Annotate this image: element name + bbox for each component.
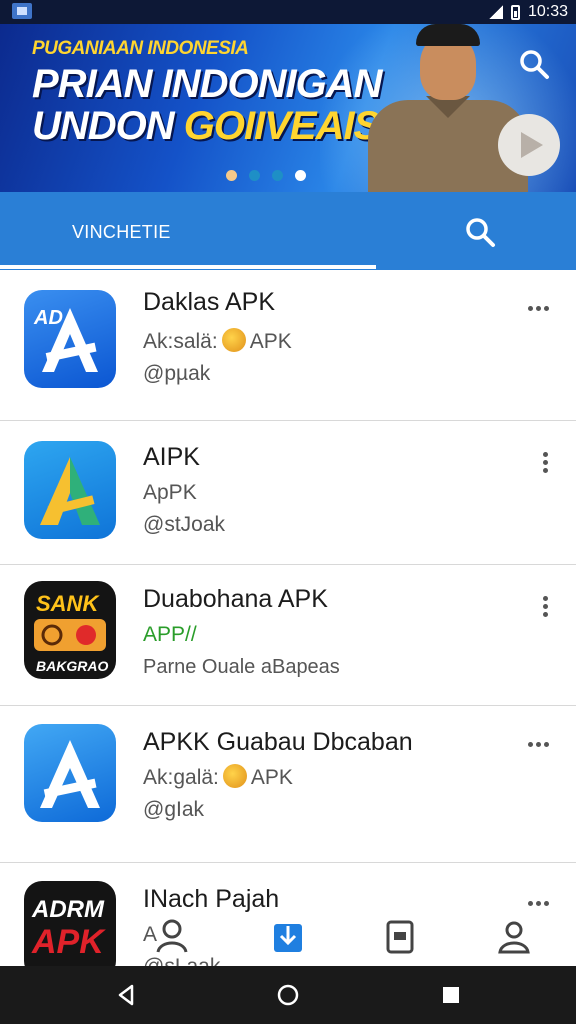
app-icon: AD: [24, 290, 116, 388]
home-icon[interactable]: [275, 982, 301, 1008]
search-icon[interactable]: [516, 46, 552, 82]
banner-headline: PRIAN INDONIGAN: [32, 62, 382, 106]
more-options-icon[interactable]: [526, 298, 550, 318]
more-options-icon[interactable]: [540, 595, 550, 617]
app-icon: SANK BAKGRAO: [24, 581, 116, 679]
status-bar: 10:33: [0, 0, 576, 24]
app-title: Daklas APK: [143, 288, 276, 316]
carousel-dot[interactable]: [272, 170, 283, 181]
app-handle: @stJoak: [143, 513, 226, 536]
banner-kicker: PUGANIAAN INDONESIA: [32, 38, 249, 59]
app-icon: [24, 441, 116, 539]
more-options-icon[interactable]: [540, 451, 550, 473]
list-item[interactable]: APKK Guabau Dbcaban Ak:galä: APK @gIak: [0, 706, 576, 862]
search-icon[interactable]: [462, 214, 498, 250]
play-button[interactable]: [498, 114, 560, 176]
app-subtitle: Ak:galä: APK: [143, 764, 293, 789]
app-handle: @pµak: [143, 362, 211, 385]
app-title: Duabohana APK: [143, 585, 328, 613]
list-item[interactable]: AIPK ApPK @stJoak: [0, 421, 576, 564]
coin-icon: [221, 328, 246, 352]
app-title: AIPK: [143, 443, 200, 471]
notification-icon: [12, 3, 32, 19]
app-handle: Parne Ouale aBapeas: [143, 656, 340, 678]
coin-icon: [222, 764, 247, 788]
icon-text: AD: [33, 307, 63, 329]
tab-indicator: [0, 265, 376, 269]
carousel-dots: [226, 170, 306, 181]
app-handle: @gIak: [143, 798, 205, 821]
download-icon[interactable]: [268, 916, 308, 956]
banner-headline-2a: UNDON: [32, 104, 175, 148]
more-options-icon[interactable]: [526, 734, 550, 754]
app-icon: [24, 724, 116, 822]
carousel-dot[interactable]: [249, 170, 260, 181]
promo-banner[interactable]: PUGANIAAN INDONESIA PRIAN INDONIGAN UNDO…: [0, 24, 576, 192]
icon-text: SANK: [36, 591, 100, 616]
people-icon[interactable]: [152, 916, 192, 956]
profile-icon[interactable]: [494, 916, 534, 956]
app-subtitle: APP//: [143, 623, 197, 646]
recents-icon[interactable]: [438, 982, 464, 1008]
bottom-nav: [0, 910, 576, 966]
status-time: 10:33: [527, 3, 568, 20]
banner-headline-2: UNDON GOIIVEAIS: [32, 104, 380, 149]
banner-headline-2b: GOIIVEAIS: [183, 104, 380, 148]
system-nav-bar: [0, 966, 576, 1024]
carousel-dot-active[interactable]: [295, 170, 306, 181]
document-icon[interactable]: [380, 916, 420, 956]
tab-active[interactable]: VINCHETIE: [72, 222, 171, 243]
list-item[interactable]: SANK BAKGRAO Duabohana APK APP// Parne O…: [0, 565, 576, 705]
back-icon[interactable]: [114, 982, 140, 1008]
app-subtitle: Ak:salä: APK: [143, 328, 292, 353]
carousel-dot[interactable]: [226, 170, 237, 181]
app-subtitle: ApPK: [143, 481, 197, 504]
battery-icon: [510, 4, 520, 20]
app-title: APKK Guabau Dbcaban: [143, 728, 413, 756]
icon-text: BAKGRAO: [36, 658, 108, 674]
signal-icon: [488, 5, 503, 19]
list-item[interactable]: AD Daklas APK Ak:salä: APK @pµak: [0, 270, 576, 420]
